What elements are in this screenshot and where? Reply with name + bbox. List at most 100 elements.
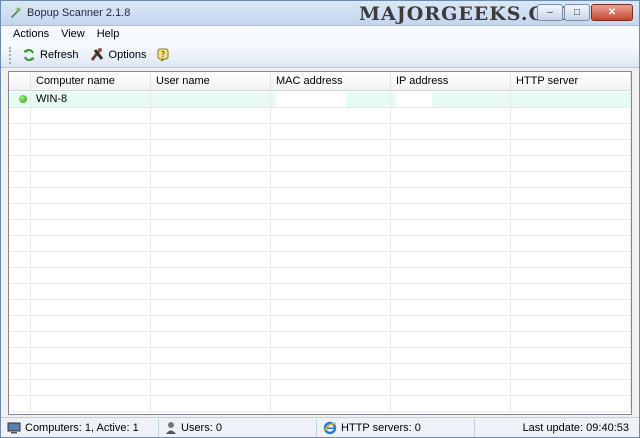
empty-cell xyxy=(511,188,631,203)
empty-cell xyxy=(31,332,151,347)
empty-cell xyxy=(391,188,511,203)
empty-cell xyxy=(391,236,511,251)
empty-row xyxy=(9,124,631,140)
empty-cell xyxy=(151,204,271,219)
empty-cell xyxy=(9,252,31,267)
empty-row xyxy=(9,252,631,268)
empty-cell xyxy=(31,204,151,219)
empty-row xyxy=(9,220,631,236)
table-body: WIN-8 xyxy=(9,92,631,412)
menu-view[interactable]: View xyxy=(55,26,91,43)
empty-cell xyxy=(9,380,31,395)
empty-cell xyxy=(511,108,631,123)
close-button[interactable]: ✕ xyxy=(591,4,633,21)
empty-cell xyxy=(391,380,511,395)
empty-cell xyxy=(511,380,631,395)
empty-cell xyxy=(9,204,31,219)
empty-cell xyxy=(511,316,631,331)
empty-cell xyxy=(271,252,391,267)
empty-cell xyxy=(271,156,391,171)
empty-cell xyxy=(271,220,391,235)
status-last-update: Last update: 09:40:53 xyxy=(475,419,637,437)
empty-cell xyxy=(9,172,31,187)
empty-cell xyxy=(9,268,31,283)
empty-cell xyxy=(511,220,631,235)
empty-cell xyxy=(9,284,31,299)
column-header-http-server[interactable]: HTTP server xyxy=(511,72,631,91)
empty-row xyxy=(9,300,631,316)
empty-cell xyxy=(31,220,151,235)
http-servers-count: HTTP servers: 0 xyxy=(341,421,421,434)
mac-address-cell xyxy=(271,92,391,107)
empty-cell xyxy=(511,156,631,171)
column-header-user-name[interactable]: User name xyxy=(151,72,271,91)
user-name-cell xyxy=(151,92,271,107)
options-button[interactable]: Options xyxy=(85,45,151,65)
status-bar: Computers: 1, Active: 1 Users: 0 HTTP se… xyxy=(1,417,639,437)
computers-table[interactable]: Computer name User name MAC address IP a… xyxy=(8,71,632,415)
app-icon xyxy=(11,7,21,18)
user-icon xyxy=(166,421,176,434)
empty-cell xyxy=(151,268,271,283)
empty-row xyxy=(9,316,631,332)
empty-cell xyxy=(511,284,631,299)
empty-cell xyxy=(151,300,271,315)
ip-address-cell xyxy=(391,92,511,107)
empty-cell xyxy=(9,348,31,363)
empty-cell xyxy=(31,188,151,203)
empty-cell xyxy=(271,396,391,411)
empty-cell xyxy=(31,268,151,283)
column-header-status[interactable] xyxy=(9,72,31,91)
maximize-button[interactable]: □ xyxy=(564,4,590,21)
empty-cell xyxy=(391,172,511,187)
empty-row xyxy=(9,396,631,412)
empty-cell xyxy=(271,124,391,139)
empty-cell xyxy=(151,348,271,363)
empty-cell xyxy=(31,284,151,299)
empty-cell xyxy=(31,124,151,139)
title-bar[interactable]: Bopup Scanner 2.1.8 MAJORGEEKS.COM – □ ✕ xyxy=(1,1,639,26)
minimize-button[interactable]: – xyxy=(537,4,563,21)
empty-cell xyxy=(271,316,391,331)
help-button[interactable]: ? xyxy=(152,46,178,64)
table-header: Computer name User name MAC address IP a… xyxy=(9,72,631,91)
empty-cell xyxy=(151,332,271,347)
options-label: Options xyxy=(108,49,147,61)
http-server-cell xyxy=(511,92,631,107)
empty-cell xyxy=(271,236,391,251)
empty-cell xyxy=(271,332,391,347)
empty-row xyxy=(9,172,631,188)
status-cell xyxy=(9,92,31,107)
empty-row xyxy=(9,108,631,124)
empty-cell xyxy=(391,124,511,139)
column-header-computer-name[interactable]: Computer name xyxy=(31,72,151,91)
column-header-ip-address[interactable]: IP address xyxy=(391,72,511,91)
status-computers: Computers: 1, Active: 1 xyxy=(1,418,159,437)
window-title: Bopup Scanner 2.1.8 xyxy=(27,7,131,19)
empty-cell xyxy=(391,220,511,235)
app-window: Bopup Scanner 2.1.8 MAJORGEEKS.COM – □ ✕… xyxy=(0,0,640,438)
empty-row xyxy=(9,364,631,380)
menu-help[interactable]: Help xyxy=(91,26,126,43)
empty-cell xyxy=(511,204,631,219)
empty-cell xyxy=(511,124,631,139)
last-update-time: Last update: 09:40:53 xyxy=(522,421,629,434)
empty-cell xyxy=(31,316,151,331)
empty-cell xyxy=(511,332,631,347)
users-count: Users: 0 xyxy=(181,421,222,434)
empty-cell xyxy=(271,172,391,187)
column-header-mac-address[interactable]: MAC address xyxy=(271,72,391,91)
empty-cell xyxy=(31,140,151,155)
refresh-button[interactable]: Refresh xyxy=(18,46,83,64)
options-icon xyxy=(90,48,103,61)
menu-actions[interactable]: Actions xyxy=(7,26,55,43)
toolbar-grip[interactable] xyxy=(9,46,12,64)
empty-cell xyxy=(151,156,271,171)
empty-cell xyxy=(511,268,631,283)
empty-cell xyxy=(31,252,151,267)
table-row[interactable]: WIN-8 xyxy=(9,92,631,108)
empty-cell xyxy=(271,204,391,219)
empty-cell xyxy=(9,124,31,139)
refresh-icon xyxy=(23,49,35,61)
empty-cell xyxy=(151,364,271,379)
